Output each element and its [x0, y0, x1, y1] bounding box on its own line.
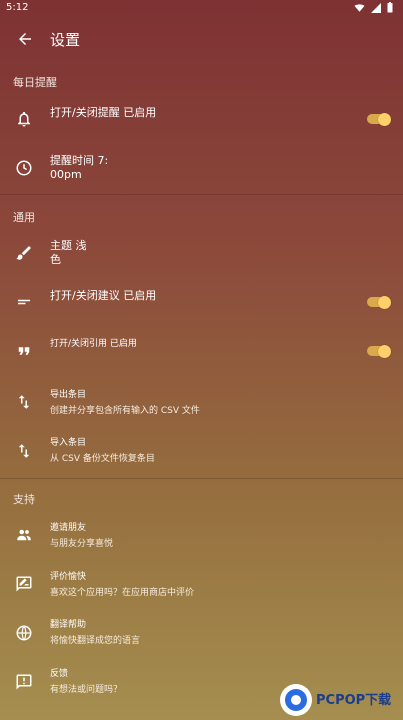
toggle-reminder-switch[interactable] [367, 112, 391, 126]
signal-icon [371, 2, 381, 13]
translate-title: 翻译帮助 [50, 620, 87, 630]
import-export-icon [18, 444, 30, 458]
section-general: 通用 [13, 211, 35, 224]
globe-icon [16, 625, 32, 641]
toggle-suggestions-switch[interactable] [367, 295, 391, 309]
page-title: 设置 [50, 31, 81, 49]
status-time: 5:12 [6, 2, 29, 13]
rate-subtitle: 喜欢这个应用吗？在应用商店中评价 [50, 588, 195, 598]
toggle-reminder-label: 打开/关闭提醒 已启用 [50, 106, 157, 119]
clock-icon [16, 160, 32, 176]
rate-title: 评价愉快 [50, 572, 87, 582]
battery-icon [387, 2, 393, 13]
feedback-icon [16, 674, 32, 690]
short-text-icon [18, 299, 30, 305]
feedback-title: 反馈 [50, 669, 69, 679]
theme-line1: 主题 浅 [50, 239, 87, 252]
reminder-time-line2: 00pm [50, 168, 82, 181]
watermark-logo: PCPOP下载 [278, 680, 403, 720]
import-subtitle: 从 CSV 备份文件恢复条目 [50, 454, 155, 464]
brush-icon [16, 246, 31, 260]
theme-line2: 色 [50, 253, 61, 266]
rate-review-icon [16, 576, 32, 592]
back-arrow-icon[interactable] [16, 30, 34, 48]
section-support: 支持 [13, 493, 35, 506]
invite-subtitle: 与朋友分享喜悦 [50, 539, 114, 549]
quote-icon [18, 347, 30, 355]
section-daily-reminder: 每日提醒 [13, 76, 57, 89]
reminder-time-line1: 提醒时间 7: [50, 154, 109, 167]
logo-icon [280, 684, 312, 716]
watermark-text: PCPOP下载 [316, 693, 392, 708]
import-title: 导入条目 [50, 438, 87, 448]
translate-subtitle: 将愉快翻译成您的语言 [50, 636, 141, 646]
wifi-icon [354, 3, 365, 12]
divider [0, 194, 403, 195]
export-subtitle: 创建并分享包含所有输入的 CSV 文件 [50, 406, 200, 416]
toggle-suggestions-label: 打开/关闭建议 已启用 [50, 289, 157, 302]
feedback-subtitle: 有想法或问题吗？ [50, 685, 123, 695]
status-icons [354, 2, 393, 13]
export-title: 导出条目 [50, 390, 87, 400]
toggle-quotes-switch[interactable] [367, 344, 391, 358]
people-icon [17, 529, 31, 541]
invite-title: 邀请朋友 [50, 523, 87, 533]
divider [0, 478, 403, 479]
toggle-quotes-label: 打开/关闭引用 已启用 [50, 339, 137, 349]
import-export-icon [18, 395, 30, 409]
bell-icon [18, 111, 30, 127]
